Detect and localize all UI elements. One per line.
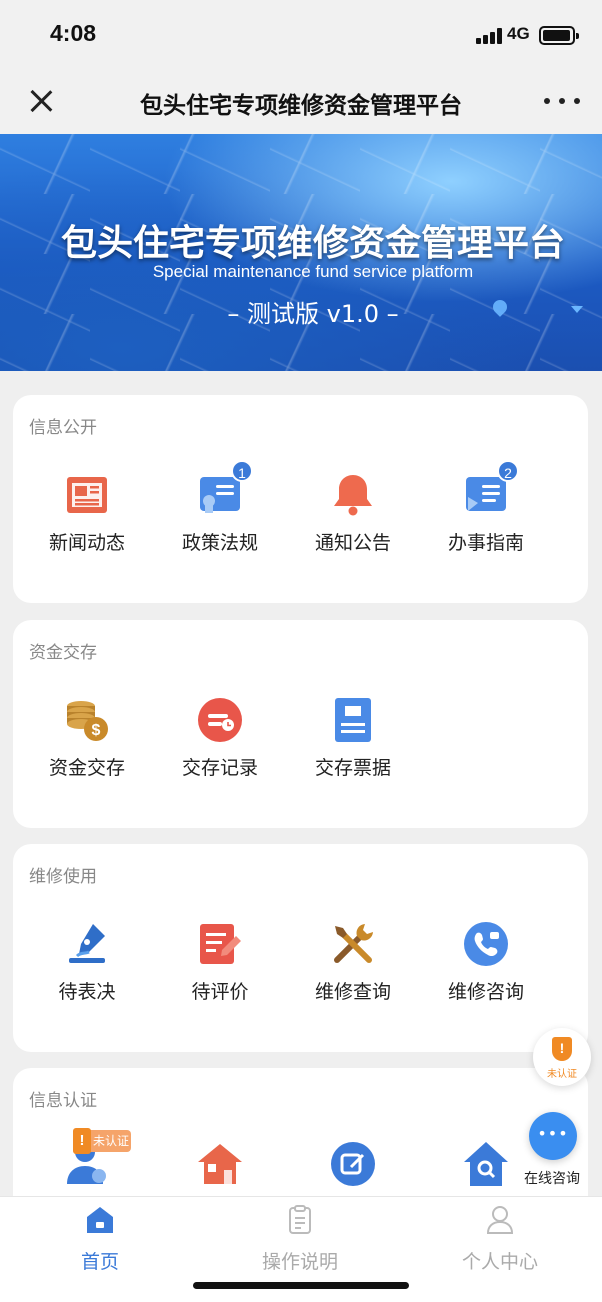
deposit-record-button[interactable]: 交存记录	[160, 696, 280, 796]
caret-down-icon	[571, 306, 583, 313]
unverified-float-button[interactable]: 未认证	[533, 1028, 591, 1086]
item-label: 交存票据	[314, 757, 391, 779]
nav-bar: 包头住宅专项维修资金管理平台	[0, 70, 602, 134]
maintenance-query-button[interactable]: 维修查询	[293, 920, 413, 1020]
item-label: 资金交存	[48, 757, 125, 779]
item-label: 政策法规	[181, 532, 258, 554]
tab-home[interactable]: 首页	[0, 1197, 200, 1287]
notification-badge: 2	[497, 460, 519, 482]
phone-icon	[464, 922, 508, 966]
item-label: 办事指南	[447, 532, 524, 554]
online-chat-button[interactable]	[529, 1112, 577, 1160]
item-label: 待评价	[191, 981, 249, 1003]
tab-instructions[interactable]: 操作说明	[200, 1197, 400, 1287]
banner: 包头住宅专项维修资金管理平台 Special maintenance fund …	[0, 134, 602, 371]
unverified-label: 未认证	[547, 1069, 577, 1080]
section-title: 维修使用	[29, 867, 97, 887]
page-title: 包头住宅专项维修资金管理平台	[140, 93, 462, 119]
person-icon	[486, 1206, 514, 1234]
edit-doc-icon	[200, 924, 241, 964]
item-label: 维修查询	[314, 981, 391, 1003]
banner-title: 包头住宅专项维修资金管理平台	[60, 223, 565, 264]
house-auth-button[interactable]	[160, 1132, 280, 1196]
guide-button[interactable]: 2 办事指南	[426, 460, 546, 571]
item-label: 维修咨询	[447, 981, 524, 1003]
notification-badge: 1	[231, 460, 253, 482]
policy-button[interactable]: 1 政策法规	[160, 460, 280, 571]
pending-vote-button[interactable]: 待表决	[27, 920, 147, 1020]
status-bar: 4:08 4G	[0, 0, 602, 70]
section-info-auth: 信息认证 ! 未认证	[13, 1068, 588, 1196]
house-icon	[198, 1144, 242, 1184]
item-label: 新闻动态	[48, 532, 125, 554]
section-info-public: 信息公开 新闻动态 1 政策法规 通知公告 2 办事指南	[13, 395, 588, 603]
section-title: 资金交存	[29, 643, 97, 663]
section-title: 信息认证	[29, 1091, 97, 1111]
network-label: 4G	[507, 24, 530, 43]
tools-icon	[334, 924, 373, 963]
notice-button[interactable]: 通知公告	[293, 471, 413, 571]
close-button[interactable]	[26, 86, 56, 116]
more-button[interactable]	[544, 88, 580, 114]
maintenance-consult-button[interactable]: 维修咨询	[426, 920, 546, 1020]
unverified-tag: ! 未认证	[73, 1128, 131, 1154]
home-icon	[87, 1207, 113, 1233]
svg-text:$: $	[92, 722, 101, 739]
edit-circle-icon	[331, 1142, 375, 1186]
tab-profile[interactable]: 个人中心	[400, 1197, 600, 1287]
signal-icon	[476, 28, 502, 44]
pen-icon	[69, 924, 105, 963]
online-chat-label: 在线咨询	[524, 1171, 580, 1187]
tab-label: 个人中心	[461, 1251, 538, 1273]
fund-deposit-button[interactable]: $ 资金交存	[27, 696, 147, 796]
banner-version: – 测试版 v1.0 –	[227, 300, 399, 328]
edit-auth-button[interactable]	[293, 1132, 413, 1196]
clipboard-icon	[289, 1205, 311, 1234]
item-label: 待表决	[58, 981, 116, 1003]
item-label: 通知公告	[314, 532, 391, 554]
deposit-receipt-button[interactable]: 交存票据	[293, 696, 413, 796]
section-maintenance-use: 维修使用 待表决 待评价 维修查询 维修咨询	[13, 844, 588, 1052]
item-label: 交存记录	[181, 757, 258, 779]
section-clip: 信息认证 ! 未认证	[0, 1068, 602, 1196]
newspaper-icon	[67, 477, 107, 513]
bell-icon	[334, 475, 372, 516]
coins-icon: $	[67, 701, 108, 741]
section-fund-deposit: 资金交存 $ 资金交存 交存记录 交存票据	[13, 620, 588, 828]
user-auth-button[interactable]: ! 未认证	[27, 1128, 147, 1196]
record-icon	[198, 698, 242, 742]
home-search-icon	[464, 1142, 508, 1186]
receipt-icon	[335, 698, 371, 742]
pending-review-button[interactable]: 待评价	[160, 920, 280, 1020]
shield-icon	[552, 1037, 572, 1061]
section-title: 信息公开	[29, 418, 97, 438]
tab-label: 操作说明	[261, 1251, 338, 1273]
status-time: 4:08	[50, 20, 97, 46]
home-indicator	[193, 1282, 409, 1289]
news-button[interactable]: 新闻动态	[27, 471, 147, 571]
banner-subtitle: Special maintenance fund service platfor…	[152, 262, 474, 281]
tab-label: 首页	[80, 1251, 119, 1273]
battery-icon	[539, 26, 579, 45]
